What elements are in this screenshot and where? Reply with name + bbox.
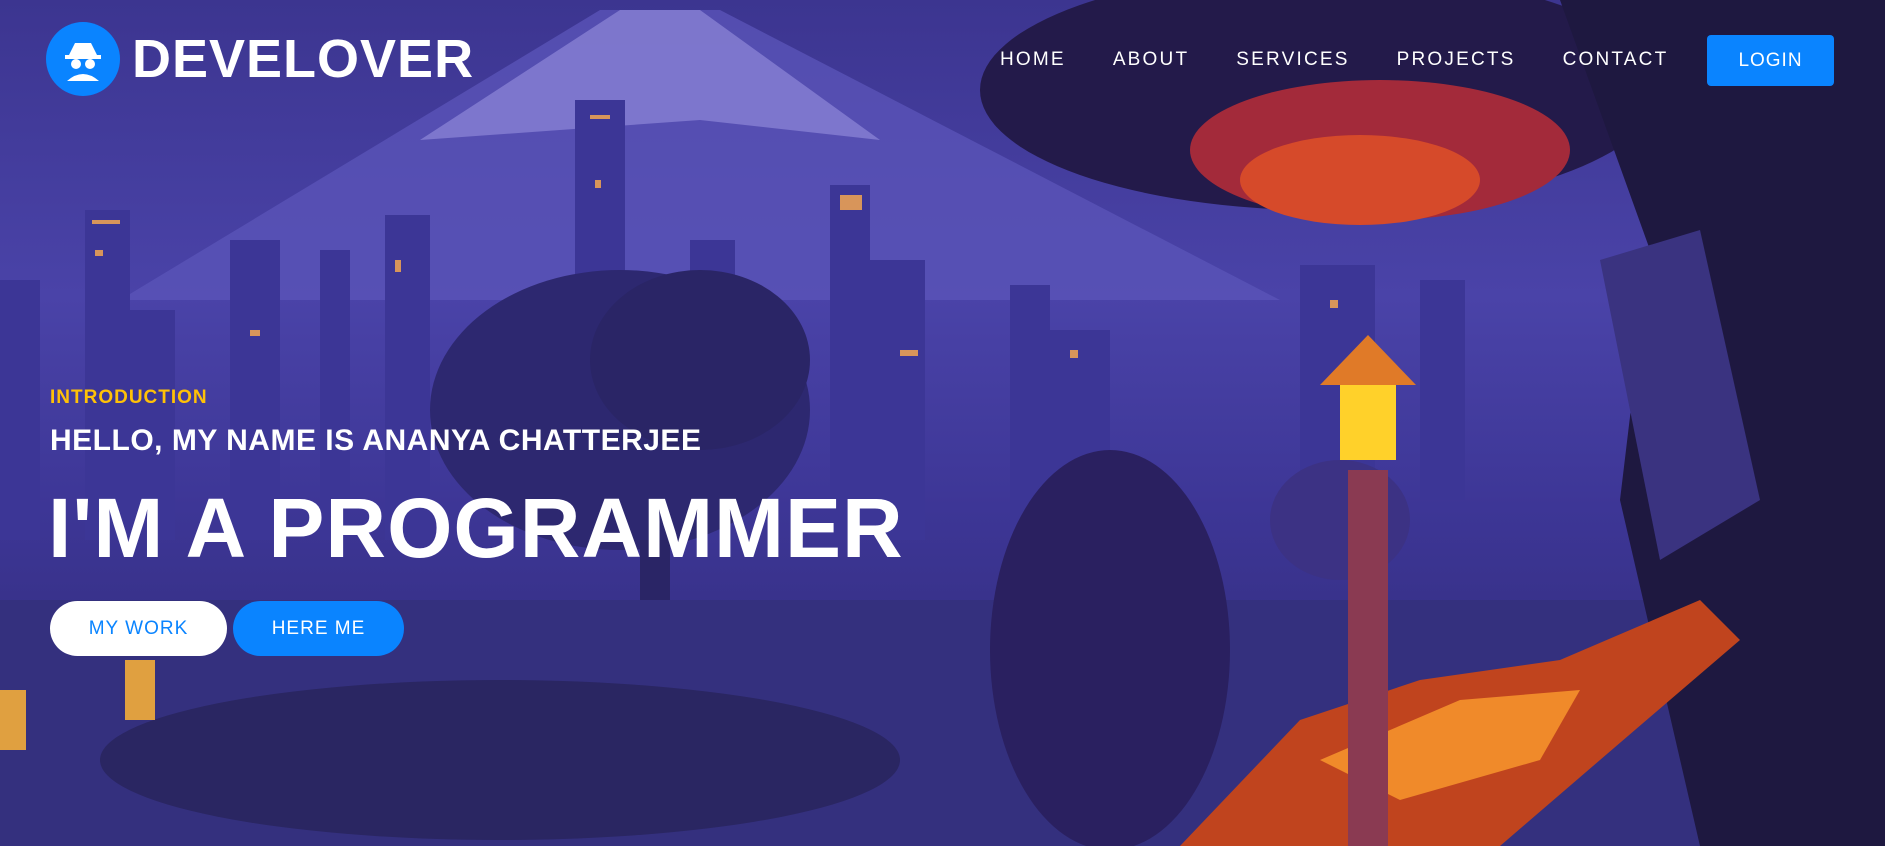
headline: I'M A PROGRAMMER bbox=[48, 481, 904, 575]
brand-name: DEVELOVER bbox=[132, 29, 475, 89]
main-nav: HOME ABOUT SERVICES PROJECTS CONTACT bbox=[1000, 34, 1715, 86]
nav-item-home[interactable]: HOME bbox=[1000, 34, 1066, 86]
greeting-text: HELLO, MY NAME IS ANANYA CHATTERJEE bbox=[50, 424, 702, 457]
nav-item-contact[interactable]: CONTACT bbox=[1563, 34, 1669, 86]
nav-item-projects[interactable]: PROJECTS bbox=[1397, 34, 1516, 86]
hero-section: DEVELOVER HOME ABOUT SERVICES PROJECTS C… bbox=[0, 0, 1885, 846]
login-button[interactable]: LOGIN bbox=[1707, 35, 1834, 86]
nav-item-about[interactable]: ABOUT bbox=[1113, 34, 1189, 86]
brand-logo[interactable]: DEVELOVER bbox=[46, 22, 474, 96]
here-me-button[interactable]: HERE ME bbox=[233, 601, 404, 656]
intro-label: INTRODUCTION bbox=[50, 387, 208, 408]
spy-incognito-icon bbox=[46, 22, 120, 96]
my-work-button[interactable]: MY WORK bbox=[50, 601, 227, 656]
nav-item-services[interactable]: SERVICES bbox=[1236, 34, 1349, 86]
pixel-art-background bbox=[0, 0, 1885, 846]
